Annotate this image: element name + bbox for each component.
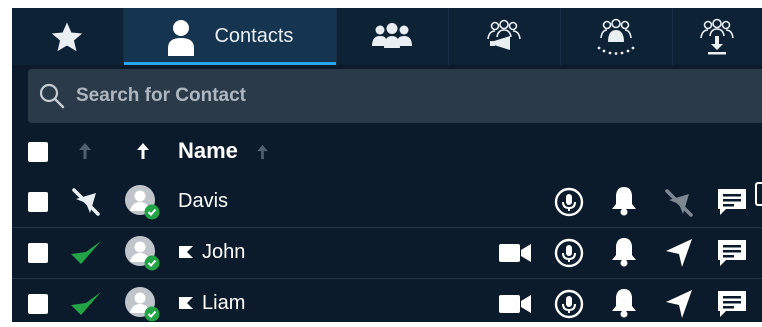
- chat-icon[interactable]: [716, 238, 748, 268]
- panel-edge-handle: [755, 182, 762, 206]
- chat-icon[interactable]: [716, 289, 748, 319]
- status-online-icon: [71, 292, 101, 315]
- bell-icon[interactable]: [610, 287, 638, 319]
- tab-groups[interactable]: [336, 8, 449, 65]
- contact-name[interactable]: Liam: [202, 292, 245, 315]
- tab-conference[interactable]: [560, 8, 673, 65]
- sort-status-arrow-icon[interactable]: [78, 142, 92, 160]
- sort-avatar-arrow-icon[interactable]: [136, 142, 150, 160]
- table-header: Name: [12, 124, 762, 176]
- voice-call-icon[interactable]: [554, 289, 584, 319]
- tab-broadcast[interactable]: [448, 8, 561, 65]
- table-row[interactable]: Liam: [12, 279, 762, 322]
- table-row[interactable]: Davis: [12, 177, 762, 228]
- contact-name[interactable]: Davis: [178, 190, 228, 213]
- avatar: [124, 184, 160, 220]
- name-column-header[interactable]: Name: [178, 138, 238, 164]
- group-icon: [372, 22, 413, 48]
- download-icon: [700, 18, 735, 54]
- tab-favorites[interactable]: [12, 8, 124, 65]
- sort-name-arrow-icon[interactable]: [256, 144, 269, 160]
- video-call-icon[interactable]: [498, 242, 532, 264]
- active-tab-indicator: [123, 62, 336, 65]
- location-icon[interactable]: [664, 288, 694, 320]
- flag-icon: [179, 246, 193, 258]
- avatar: [124, 286, 160, 322]
- bell-icon[interactable]: [610, 185, 638, 217]
- location-off-icon[interactable]: [662, 186, 696, 220]
- location-icon[interactable]: [664, 237, 694, 269]
- tab-bar: Contacts: [12, 8, 762, 65]
- voice-call-icon[interactable]: [554, 187, 584, 217]
- voice-call-icon[interactable]: [554, 238, 584, 268]
- search-icon: [39, 83, 65, 109]
- table-row[interactable]: John: [12, 228, 762, 279]
- star-icon: [52, 22, 83, 51]
- search-input[interactable]: [76, 85, 676, 107]
- select-all-checkbox[interactable]: [28, 142, 48, 162]
- tab-download[interactable]: [672, 8, 762, 65]
- row-checkbox[interactable]: [28, 243, 48, 263]
- broadcast-icon: [487, 19, 522, 50]
- search-bar[interactable]: [28, 69, 762, 123]
- bell-icon[interactable]: [610, 236, 638, 268]
- row-checkbox[interactable]: [28, 294, 48, 314]
- conference-icon: [597, 18, 635, 55]
- person-icon: [168, 19, 195, 56]
- status-offline-icon: [72, 188, 100, 216]
- avatar: [124, 235, 160, 271]
- flag-icon: [179, 297, 193, 309]
- video-call-icon[interactable]: [498, 293, 532, 315]
- tab-contacts-label: Contacts: [214, 25, 294, 47]
- contacts-panel: Contacts Search for Contact Name Davis J…: [12, 8, 762, 322]
- row-checkbox[interactable]: [28, 192, 48, 212]
- contact-name[interactable]: John: [202, 241, 245, 264]
- chat-icon[interactable]: [716, 187, 748, 217]
- tab-contacts[interactable]: Contacts: [123, 8, 337, 65]
- status-online-icon: [71, 241, 101, 264]
